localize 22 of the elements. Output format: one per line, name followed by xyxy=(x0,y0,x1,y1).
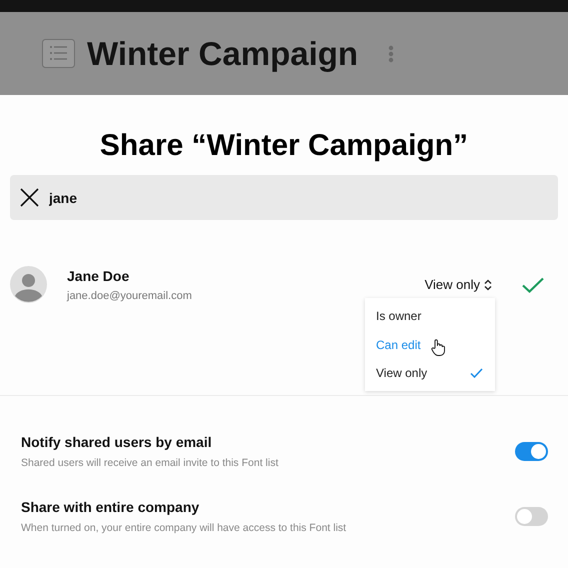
toggle-switch[interactable] xyxy=(515,507,548,526)
search-input[interactable]: jane xyxy=(49,190,548,206)
toggle-switch[interactable] xyxy=(515,442,548,461)
role-dropdown[interactable]: View only xyxy=(422,275,494,294)
setting-description: Shared users will receive an email invite to this Font list xyxy=(21,457,278,469)
search-field[interactable]: jane xyxy=(10,175,558,220)
setting-description: When turned on, your entire company will have access to this Font list xyxy=(21,522,346,534)
setting-title: Share with entire company xyxy=(21,499,200,515)
list-icon[interactable] xyxy=(42,39,75,68)
menu-item[interactable]: View only xyxy=(365,361,495,385)
list-title: Winter Campaign xyxy=(87,34,358,72)
pointer-cursor-icon xyxy=(431,339,445,356)
up-down-chevron-icon xyxy=(484,278,492,290)
close-icon[interactable] xyxy=(20,188,39,207)
more-icon[interactable] xyxy=(388,44,394,62)
menu-item[interactable]: Is owner xyxy=(365,304,495,328)
avatar-icon xyxy=(10,266,47,303)
dialog-title: Share “Winter Campaign” xyxy=(98,129,470,163)
user-email: jane.doe@youremail.com xyxy=(67,290,193,302)
setting-title: Notify shared users by email xyxy=(21,434,213,450)
user-name: Jane Doe xyxy=(67,268,130,284)
menu-item[interactable]: Can edit xyxy=(365,328,495,361)
